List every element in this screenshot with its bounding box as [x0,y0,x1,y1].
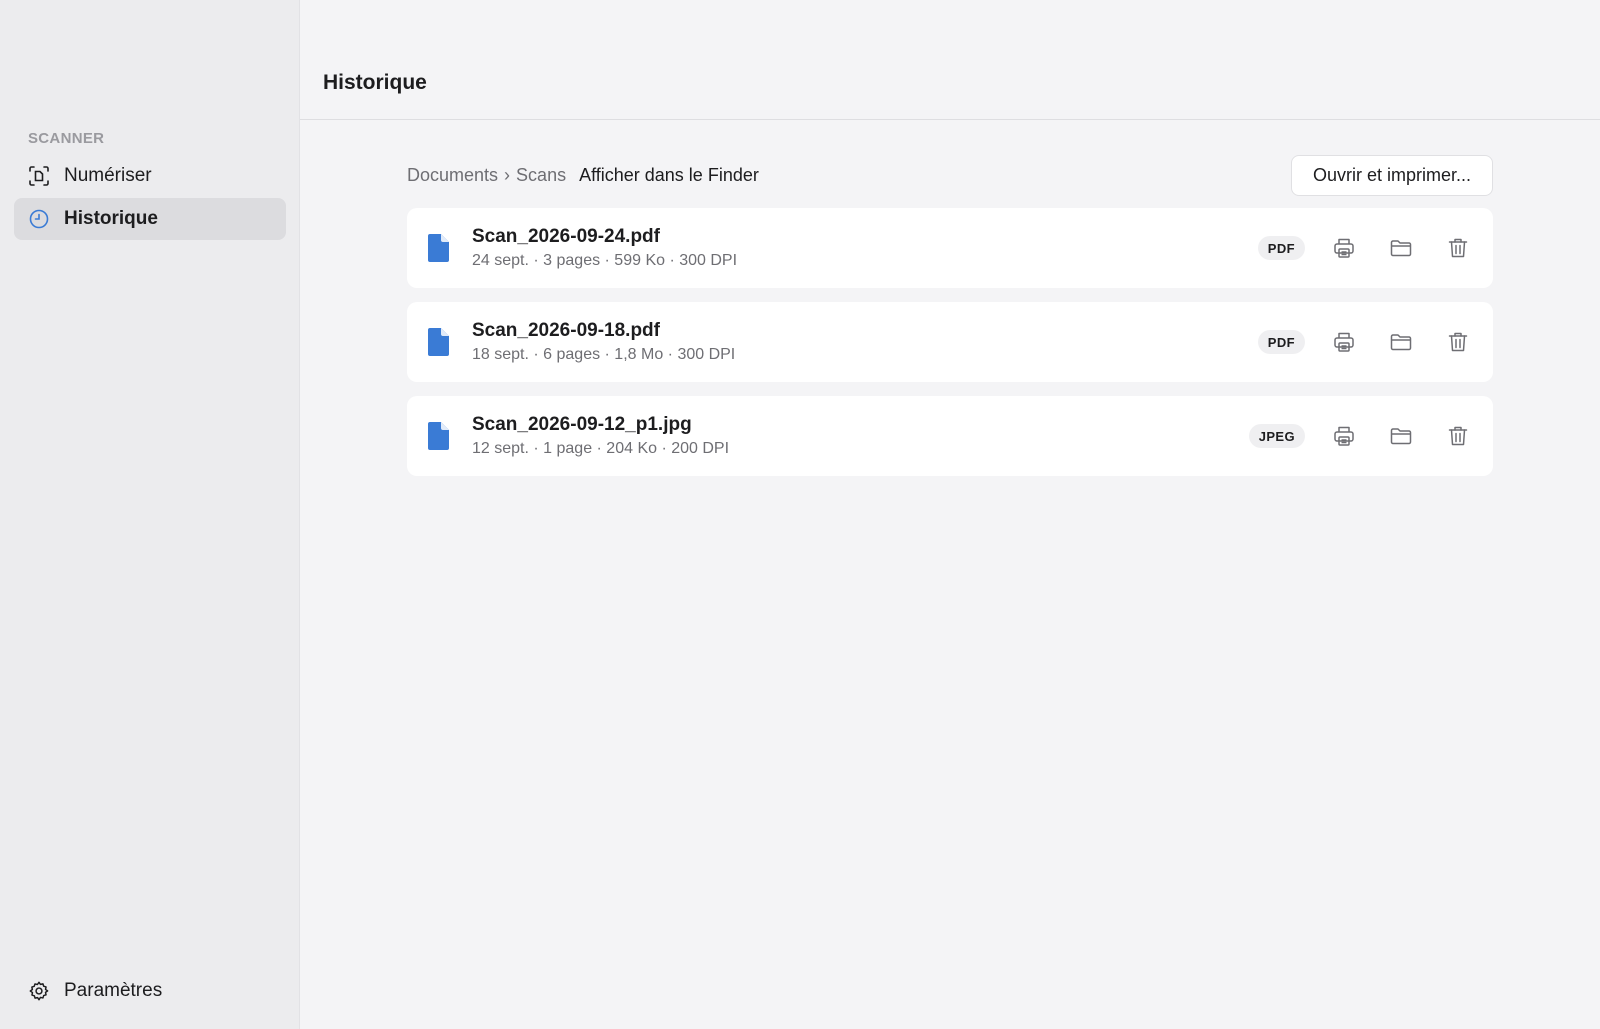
show-in-finder-link[interactable]: Afficher dans le Finder [579,165,759,186]
sidebar-item-label: Historique [64,208,158,229]
format-badge: PDF [1257,330,1305,354]
list-item[interactable]: Scan_2026-09-12_p1.jpg 12 sept. · 1 page… [407,396,1493,476]
breadcrumb-item-documents[interactable]: Documents [407,165,498,186]
document-icon [427,327,453,357]
sidebar-item-parametres[interactable]: Paramètres [14,970,286,1012]
scan-document-icon [28,165,50,187]
format-badge: PDF [1257,236,1305,260]
list-item[interactable]: Scan_2026-09-18.pdf 18 sept. · 6 pages ·… [407,302,1493,382]
print-button[interactable] [1327,325,1361,359]
page-header: Historique [300,0,1600,120]
file-info: Scan_2026-09-18.pdf 18 sept. · 6 pages ·… [472,320,1258,364]
gear-icon [28,980,50,1002]
file-info: Scan_2026-09-12_p1.jpg 12 sept. · 1 page… [472,414,1249,458]
printer-icon [1334,332,1354,352]
file-name: Scan_2026-09-24.pdf [472,226,660,247]
format-badge: JPEG [1248,424,1305,448]
folder-icon [1390,334,1412,351]
file-meta: 24 sept. · 3 pages · 599 Ko · 300 DPI [472,252,738,269]
sidebar-item-label: Paramètres [64,980,163,1001]
trash-icon [1448,332,1468,352]
row-actions [1327,231,1475,265]
breadcrumb-separator: › [504,164,511,185]
document-icon [427,421,453,451]
toolbar: Documents › Scans Afficher dans le Finde… [407,154,1493,196]
printer-icon [1334,426,1354,446]
file-meta: 12 sept. · 1 page · 204 Ko · 200 DPI [472,440,730,457]
app-window: SCANNER Numériser Historique Paramètres … [0,0,1600,1029]
trash-icon [1448,238,1468,258]
sidebar-item-historique[interactable]: Historique [14,198,286,240]
sidebar-section-label: SCANNER [28,130,105,147]
delete-button[interactable] [1441,419,1475,453]
history-content: Documents › Scans Afficher dans le Finde… [407,154,1493,490]
folder-icon [1390,428,1412,445]
trash-icon [1448,426,1468,446]
file-list: Scan_2026-09-24.pdf 24 sept. · 3 pages ·… [407,208,1493,490]
breadcrumb: Documents › Scans Afficher dans le Finde… [407,165,759,186]
row-actions [1327,419,1475,453]
list-item[interactable]: Scan_2026-09-24.pdf 24 sept. · 3 pages ·… [407,208,1493,288]
file-info: Scan_2026-09-24.pdf 24 sept. · 3 pages ·… [472,226,1258,270]
row-actions [1327,325,1475,359]
sidebar-nav: Numériser Historique [14,155,286,240]
breadcrumb-item-scans[interactable]: Scans [516,165,566,186]
sidebar: SCANNER Numériser Historique Paramètres [0,0,300,1029]
open-and-print-button[interactable]: Ouvrir et imprimer... [1290,154,1493,196]
sidebar-footer: Paramètres [14,970,286,1012]
document-icon [427,233,453,263]
open-folder-button[interactable] [1384,325,1418,359]
delete-button[interactable] [1441,231,1475,265]
page-title: Historique [323,71,427,94]
open-folder-button[interactable] [1384,419,1418,453]
sidebar-item-numeriser[interactable]: Numériser [14,155,286,197]
file-meta: 18 sept. · 6 pages · 1,8 Mo · 300 DPI [472,346,736,363]
open-folder-button[interactable] [1384,231,1418,265]
printer-icon [1334,238,1354,258]
file-name: Scan_2026-09-12_p1.jpg [472,414,692,435]
file-name: Scan_2026-09-18.pdf [472,320,660,341]
sidebar-item-label: Numériser [64,165,152,186]
print-button[interactable] [1327,231,1361,265]
clock-icon [28,208,50,230]
print-button[interactable] [1327,419,1361,453]
delete-button[interactable] [1441,325,1475,359]
main-content: Historique Documents › Scans Afficher da… [300,0,1600,1029]
folder-icon [1390,240,1412,257]
